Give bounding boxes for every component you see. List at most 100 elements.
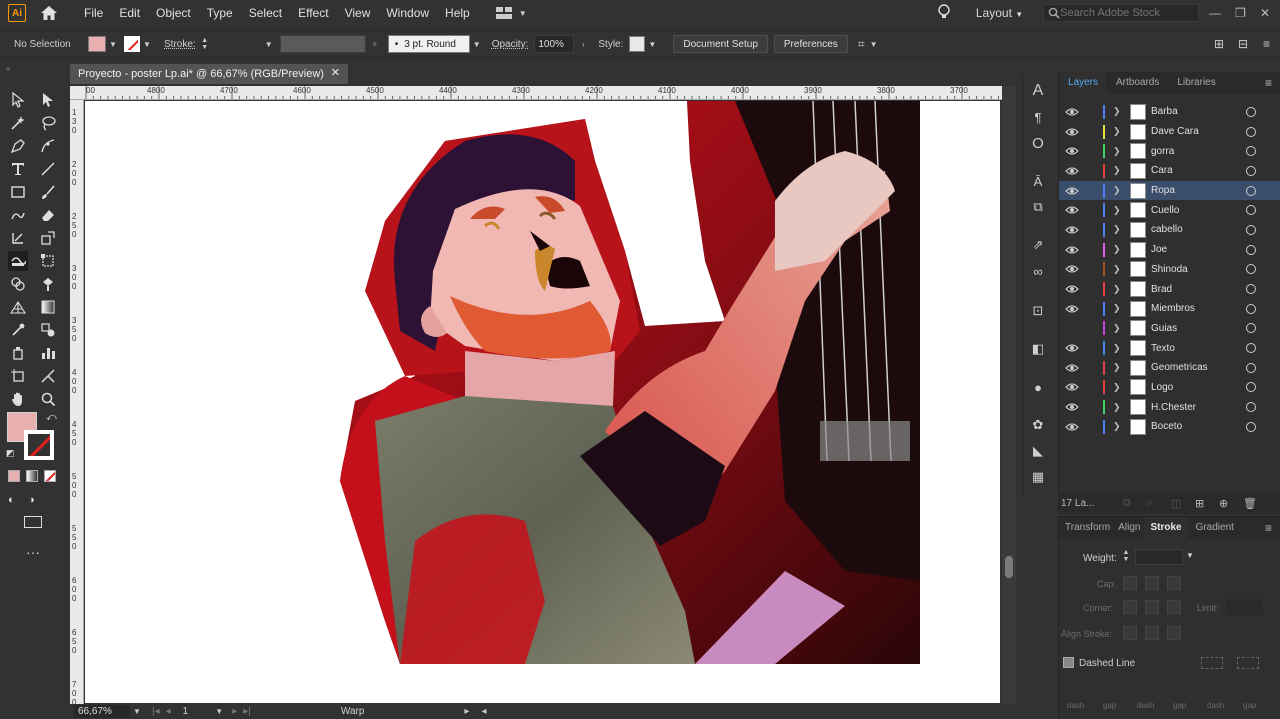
round-cap-button[interactable]	[1145, 576, 1159, 590]
layer-name[interactable]: Texto	[1151, 343, 1175, 354]
draw-behind-icon[interactable]: ◑	[28, 494, 35, 506]
dash-align-button[interactable]	[1237, 657, 1259, 669]
eye-icon[interactable]	[1065, 186, 1079, 196]
weight-field[interactable]	[1135, 549, 1183, 565]
menu-select[interactable]: Select	[241, 1, 290, 25]
variable-width-profile[interactable]	[279, 35, 366, 53]
live-paint-tool-icon[interactable]	[38, 274, 58, 294]
chevron-right-icon[interactable]: ❯	[1113, 126, 1121, 137]
pen-tool-icon[interactable]	[8, 136, 28, 156]
chevron-right-icon[interactable]: ›	[578, 40, 588, 49]
preferences-button[interactable]: Preferences	[773, 35, 848, 53]
chevron-right-icon[interactable]: ❯	[1113, 224, 1121, 235]
arrange-icon[interactable]: ⊟	[1238, 37, 1248, 51]
chevron-right-icon[interactable]: ❯	[1113, 106, 1121, 117]
tab-layers[interactable]: Layers	[1059, 72, 1108, 94]
target-circle-icon[interactable]	[1246, 382, 1256, 393]
target-circle-icon[interactable]	[1246, 106, 1256, 117]
chevron-right-icon[interactable]: ❯	[1113, 402, 1121, 413]
layer-row[interactable]: ❯ Texto	[1059, 338, 1280, 358]
first-artboard-icon[interactable]: |◂	[152, 706, 160, 717]
shape-builder-tool-icon[interactable]	[8, 274, 28, 294]
pathfinder-icon[interactable]: ◧	[1029, 340, 1047, 358]
color-guide-icon[interactable]: ✿	[1029, 416, 1047, 434]
align-center-button[interactable]	[1123, 626, 1137, 640]
draw-normal-icon[interactable]: ◐	[8, 494, 15, 506]
stroke-color-swatch[interactable]	[24, 430, 54, 460]
zoom-tool-icon[interactable]	[38, 389, 58, 409]
target-circle-icon[interactable]	[1246, 146, 1256, 157]
chevron-right-icon[interactable]: ❯	[1113, 362, 1121, 373]
align-outside-button[interactable]	[1167, 626, 1181, 640]
eye-icon[interactable]	[1065, 166, 1079, 176]
layer-name[interactable]: Brad	[1151, 284, 1172, 295]
next-artboard-icon[interactable]: ▸	[232, 706, 237, 717]
chevron-down-icon[interactable]: ▼	[370, 40, 380, 49]
layer-row[interactable]: ❯ Geometricas	[1059, 358, 1280, 378]
layer-name[interactable]: Joe	[1151, 244, 1167, 255]
stroke-swatch[interactable]	[124, 36, 140, 52]
stroke-weight-stepper[interactable]: ▲ ▼	[200, 37, 210, 51]
graphic-style-swatch[interactable]	[629, 36, 646, 52]
layer-row[interactable]: ❯ Ropa	[1059, 180, 1280, 201]
chevron-right-icon[interactable]: ❯	[1113, 205, 1121, 216]
eraser-tool-icon[interactable]	[38, 205, 58, 225]
screen-mode-icon[interactable]	[24, 516, 42, 528]
perspective-grid-tool-icon[interactable]	[8, 297, 28, 317]
restore-icon[interactable]: ❐	[1235, 6, 1246, 20]
eye-icon[interactable]	[1065, 127, 1079, 137]
eye-icon[interactable]	[1065, 205, 1079, 215]
chevron-down-icon[interactable]: ▼	[869, 40, 879, 49]
color-mode-icon[interactable]	[8, 470, 20, 482]
close-icon[interactable]: ✕	[331, 66, 340, 79]
opentype-panel-icon[interactable]: O	[1029, 134, 1047, 152]
menu-type[interactable]: Type	[199, 1, 241, 25]
eyedropper-tool-icon[interactable]	[8, 320, 28, 340]
menu-window[interactable]: Window	[378, 1, 437, 25]
chevron-right-icon[interactable]: ❯	[1113, 185, 1121, 196]
fill-swatch[interactable]	[88, 36, 106, 52]
chevron-right-icon[interactable]: ❯	[1113, 323, 1121, 334]
shaper-tool-icon[interactable]	[8, 205, 28, 225]
locate-object-icon[interactable]: ⌕	[1147, 497, 1153, 510]
layer-name[interactable]: gorra	[1151, 146, 1174, 157]
layer-name[interactable]: Boceto	[1151, 421, 1182, 432]
miter-join-button[interactable]	[1123, 600, 1137, 614]
weight-stepper[interactable]: ▲ ▼	[1121, 549, 1131, 563]
asset-export-icon[interactable]: ⧉	[1029, 198, 1047, 216]
panel-menu-icon[interactable]: ≡	[1263, 37, 1270, 51]
eye-icon[interactable]	[1065, 304, 1079, 314]
swatches-icon[interactable]: ▦	[1029, 468, 1047, 486]
artboard[interactable]	[85, 101, 1000, 703]
arrange-documents-button[interactable]: ▼	[495, 7, 528, 19]
layer-name[interactable]: cabello	[1151, 224, 1183, 235]
more-tools-icon[interactable]: ···	[26, 544, 40, 560]
eye-icon[interactable]	[1065, 245, 1079, 255]
rectangle-tool-icon[interactable]	[8, 182, 28, 202]
target-circle-icon[interactable]	[1246, 244, 1256, 255]
chevron-down-icon[interactable]: ▼	[214, 707, 224, 716]
layer-row[interactable]: ❯ Barba	[1059, 102, 1280, 122]
rotate-tool-icon[interactable]	[8, 228, 28, 248]
layer-row[interactable]: ❯ Shinoda	[1059, 260, 1280, 280]
stroke-label[interactable]: Stroke:	[164, 39, 196, 50]
target-circle-icon[interactable]	[1246, 343, 1256, 354]
layer-name[interactable]: Cara	[1151, 165, 1173, 176]
eye-icon[interactable]	[1065, 402, 1079, 412]
chevron-down-icon[interactable]: ▼	[1185, 551, 1195, 560]
align-inside-button[interactable]	[1145, 626, 1159, 640]
close-icon[interactable]: ✕	[1260, 6, 1270, 20]
new-layer-icon[interactable]: ⊕	[1219, 497, 1228, 510]
eye-icon[interactable]	[1065, 225, 1079, 235]
swap-fill-stroke-icon[interactable]: ⤺	[46, 412, 57, 423]
chevron-right-icon[interactable]: ❯	[1113, 421, 1121, 432]
artboards-icon[interactable]: ⊡	[1029, 302, 1047, 320]
opacity-label[interactable]: Opacity:	[492, 39, 529, 50]
new-sublayer-icon[interactable]: ⊞	[1195, 497, 1204, 510]
target-circle-icon[interactable]	[1246, 421, 1256, 432]
artboard-number[interactable]: 1	[183, 706, 189, 717]
layer-name[interactable]: H.Chester	[1151, 402, 1196, 413]
eye-icon[interactable]	[1065, 264, 1079, 274]
layer-row[interactable]: ❯ Logo	[1059, 378, 1280, 398]
visibility-toggle[interactable]	[1065, 323, 1079, 333]
